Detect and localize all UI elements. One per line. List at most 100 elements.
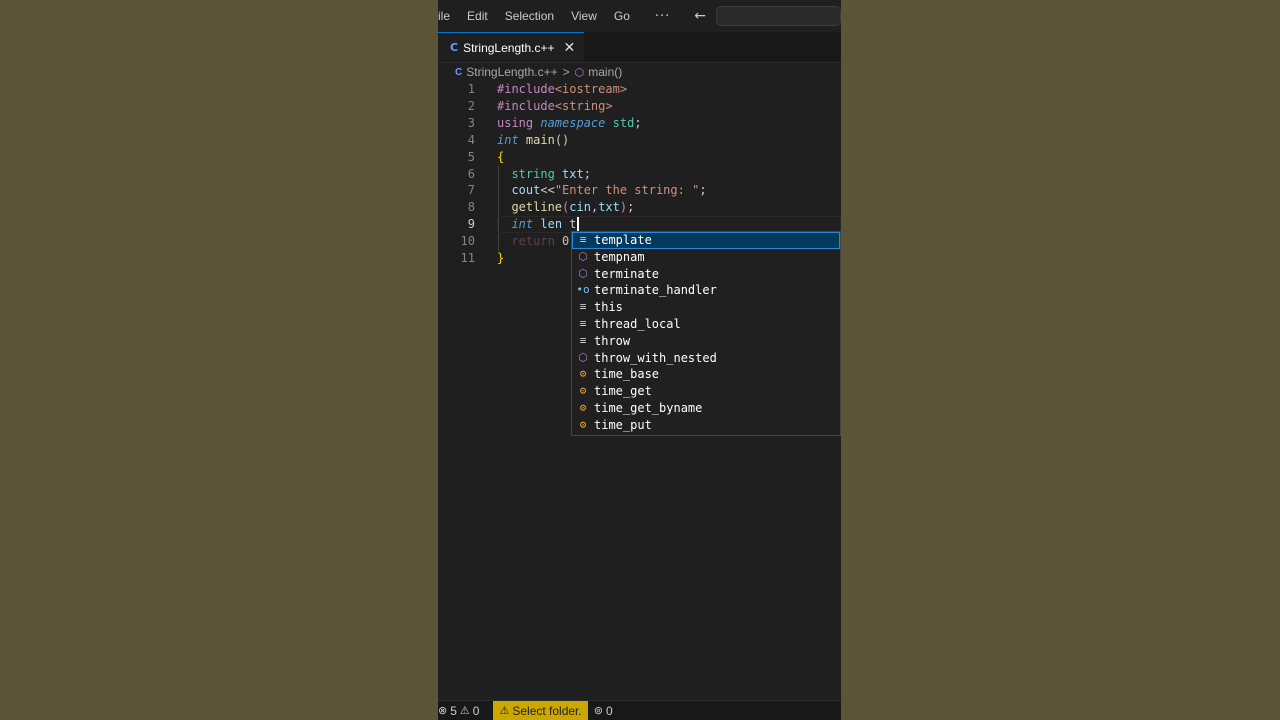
ports-status[interactable]: ⊚ 0 — [588, 701, 619, 720]
tab-label: StringLength.c++ — [463, 40, 555, 55]
code-text: #include<iostream> — [497, 81, 627, 98]
class-icon: ⚙ — [579, 367, 587, 381]
menu-file[interactable]: ile — [438, 9, 450, 23]
menu-selection[interactable]: Selection — [505, 9, 554, 23]
keyword-icon: ≡ — [579, 333, 587, 347]
variable-icon: •o — [576, 283, 590, 297]
error-count: 5 — [450, 703, 457, 718]
code-token: t — [562, 217, 577, 232]
code-token: "Enter the string: " — [554, 183, 700, 198]
code-token: () — [554, 132, 570, 147]
code-token: ; — [634, 115, 642, 130]
warning-icon: ⚠ — [459, 705, 470, 717]
code-token: txt — [598, 200, 620, 215]
tab-stringlength[interactable]: C StringLength.c++ ✕ — [438, 32, 584, 62]
close-icon[interactable]: ✕ — [563, 40, 575, 56]
line-number: 2 — [467, 98, 475, 113]
line-number: 5 — [467, 149, 475, 164]
suggestion-item[interactable]: ≡ template — [572, 232, 840, 249]
code-text: using namespace std; — [497, 115, 642, 132]
suggestion-label: thread_local — [594, 316, 681, 331]
suggestion-label: this — [594, 300, 623, 315]
cpp-file-icon: C — [455, 66, 463, 78]
suggestion-item[interactable]: ⬡ terminate — [572, 266, 840, 283]
suggestion-label: time_base — [594, 367, 660, 382]
code-token: return — [511, 234, 555, 249]
code-token: string — [511, 166, 555, 181]
code-text: getline(cin,txt); — [497, 199, 634, 216]
code-line[interactable]: 6 string txt; — [438, 166, 841, 183]
code-token: cout — [511, 183, 541, 198]
select-folder-label: Select folder. — [512, 703, 582, 718]
ports-count: 0 — [605, 703, 613, 718]
code-token: namespace — [540, 115, 606, 130]
menu-go[interactable]: Go — [614, 9, 630, 23]
code-text: #include<string> — [497, 98, 613, 115]
line-number: 7 — [467, 183, 475, 198]
code-text: int main() — [497, 132, 569, 149]
suggestion-item[interactable]: ⚙ time_base — [572, 366, 840, 383]
breadcrumb-symbol[interactable]: main() — [588, 65, 622, 79]
broadcast-icon: ⊚ — [593, 705, 603, 717]
line-number: 4 — [467, 132, 475, 147]
suggestion-label: template — [594, 233, 652, 247]
code-line[interactable]: 7 cout<<"Enter the string: "; — [438, 182, 841, 199]
method-icon: ⬡ — [578, 249, 588, 263]
code-line[interactable]: 2 #include<string> — [438, 98, 841, 115]
code-token: txt — [562, 166, 584, 181]
suggestion-item[interactable]: ⬡ throw_with_nested — [572, 350, 840, 367]
suggestion-item[interactable]: •o terminate_handler — [572, 282, 840, 299]
code-text: cout<<"Enter the string: "; — [497, 182, 707, 199]
code-line[interactable]: 8 getline(cin,txt); — [438, 199, 841, 216]
breadcrumb: C StringLength.c++ > ⬡ main() — [438, 62, 841, 82]
suggestion-item[interactable]: ⬡ tempnam — [572, 249, 840, 266]
line-number: 11 — [460, 251, 475, 265]
problems-status[interactable]: ⊗ 5 ⚠ 0 — [438, 701, 485, 720]
suggestion-item[interactable]: ⚙ time_put — [572, 417, 840, 434]
code-token: cin — [569, 200, 591, 215]
suggestion-list: ≡ template ⬡ tempnam ⬡ terminate •o terminate_h… — [571, 231, 841, 436]
suggestion-label: terminate — [594, 266, 660, 281]
error-icon: ⊗ — [438, 705, 448, 717]
select-folder-button[interactable]: ⚠ Select folder. — [493, 700, 588, 720]
code-text: string txt; — [497, 166, 591, 183]
line-number: 6 — [467, 166, 475, 181]
tab-bar: C StringLength.c++ ✕ — [438, 32, 841, 63]
method-icon: ⬡ — [578, 350, 588, 364]
menu-edit[interactable]: Edit — [467, 9, 488, 23]
code-token: { — [497, 149, 505, 164]
suggestion-item[interactable]: ⚙ time_get_byname — [572, 400, 840, 417]
suggestion-item[interactable]: ≡ this — [572, 299, 840, 316]
status-bar: ⊗ 5 ⚠ 0 ⚠ Select folder. ⊚ 0 — [438, 700, 841, 720]
code-token: ; — [699, 183, 707, 198]
more-menu-icon[interactable]: ··· — [655, 9, 670, 24]
code-token: int — [497, 132, 519, 147]
suggestion-item[interactable]: ⚙ time_get — [572, 383, 840, 400]
command-center-search[interactable] — [716, 6, 841, 26]
code-token: <string> — [554, 98, 613, 113]
suggestion-label: time_get — [594, 384, 652, 399]
code-line[interactable]: 1 #include<iostream> — [438, 81, 841, 98]
breadcrumb-file[interactable]: StringLength.c++ — [466, 65, 557, 79]
code-token: int — [511, 217, 534, 232]
cpp-file-icon: C — [450, 41, 459, 54]
code-token: ; — [583, 166, 591, 181]
back-arrow-icon[interactable]: ← — [694, 8, 706, 24]
suggestion-item[interactable]: ≡ thread_local — [572, 316, 840, 333]
code-token: main — [525, 132, 555, 147]
code-line[interactable]: 3 using namespace std; — [438, 115, 841, 132]
code-text: int len t — [497, 216, 579, 233]
keyword-icon: ≡ — [579, 316, 587, 330]
code-line[interactable]: 5{ — [438, 149, 841, 166]
line-number: 3 — [467, 115, 475, 130]
code-line[interactable]: 4 int main() — [438, 132, 841, 149]
code-token: using — [497, 115, 534, 130]
suggestion-item[interactable]: ≡ throw — [572, 333, 840, 350]
menu-view[interactable]: View — [571, 9, 597, 23]
